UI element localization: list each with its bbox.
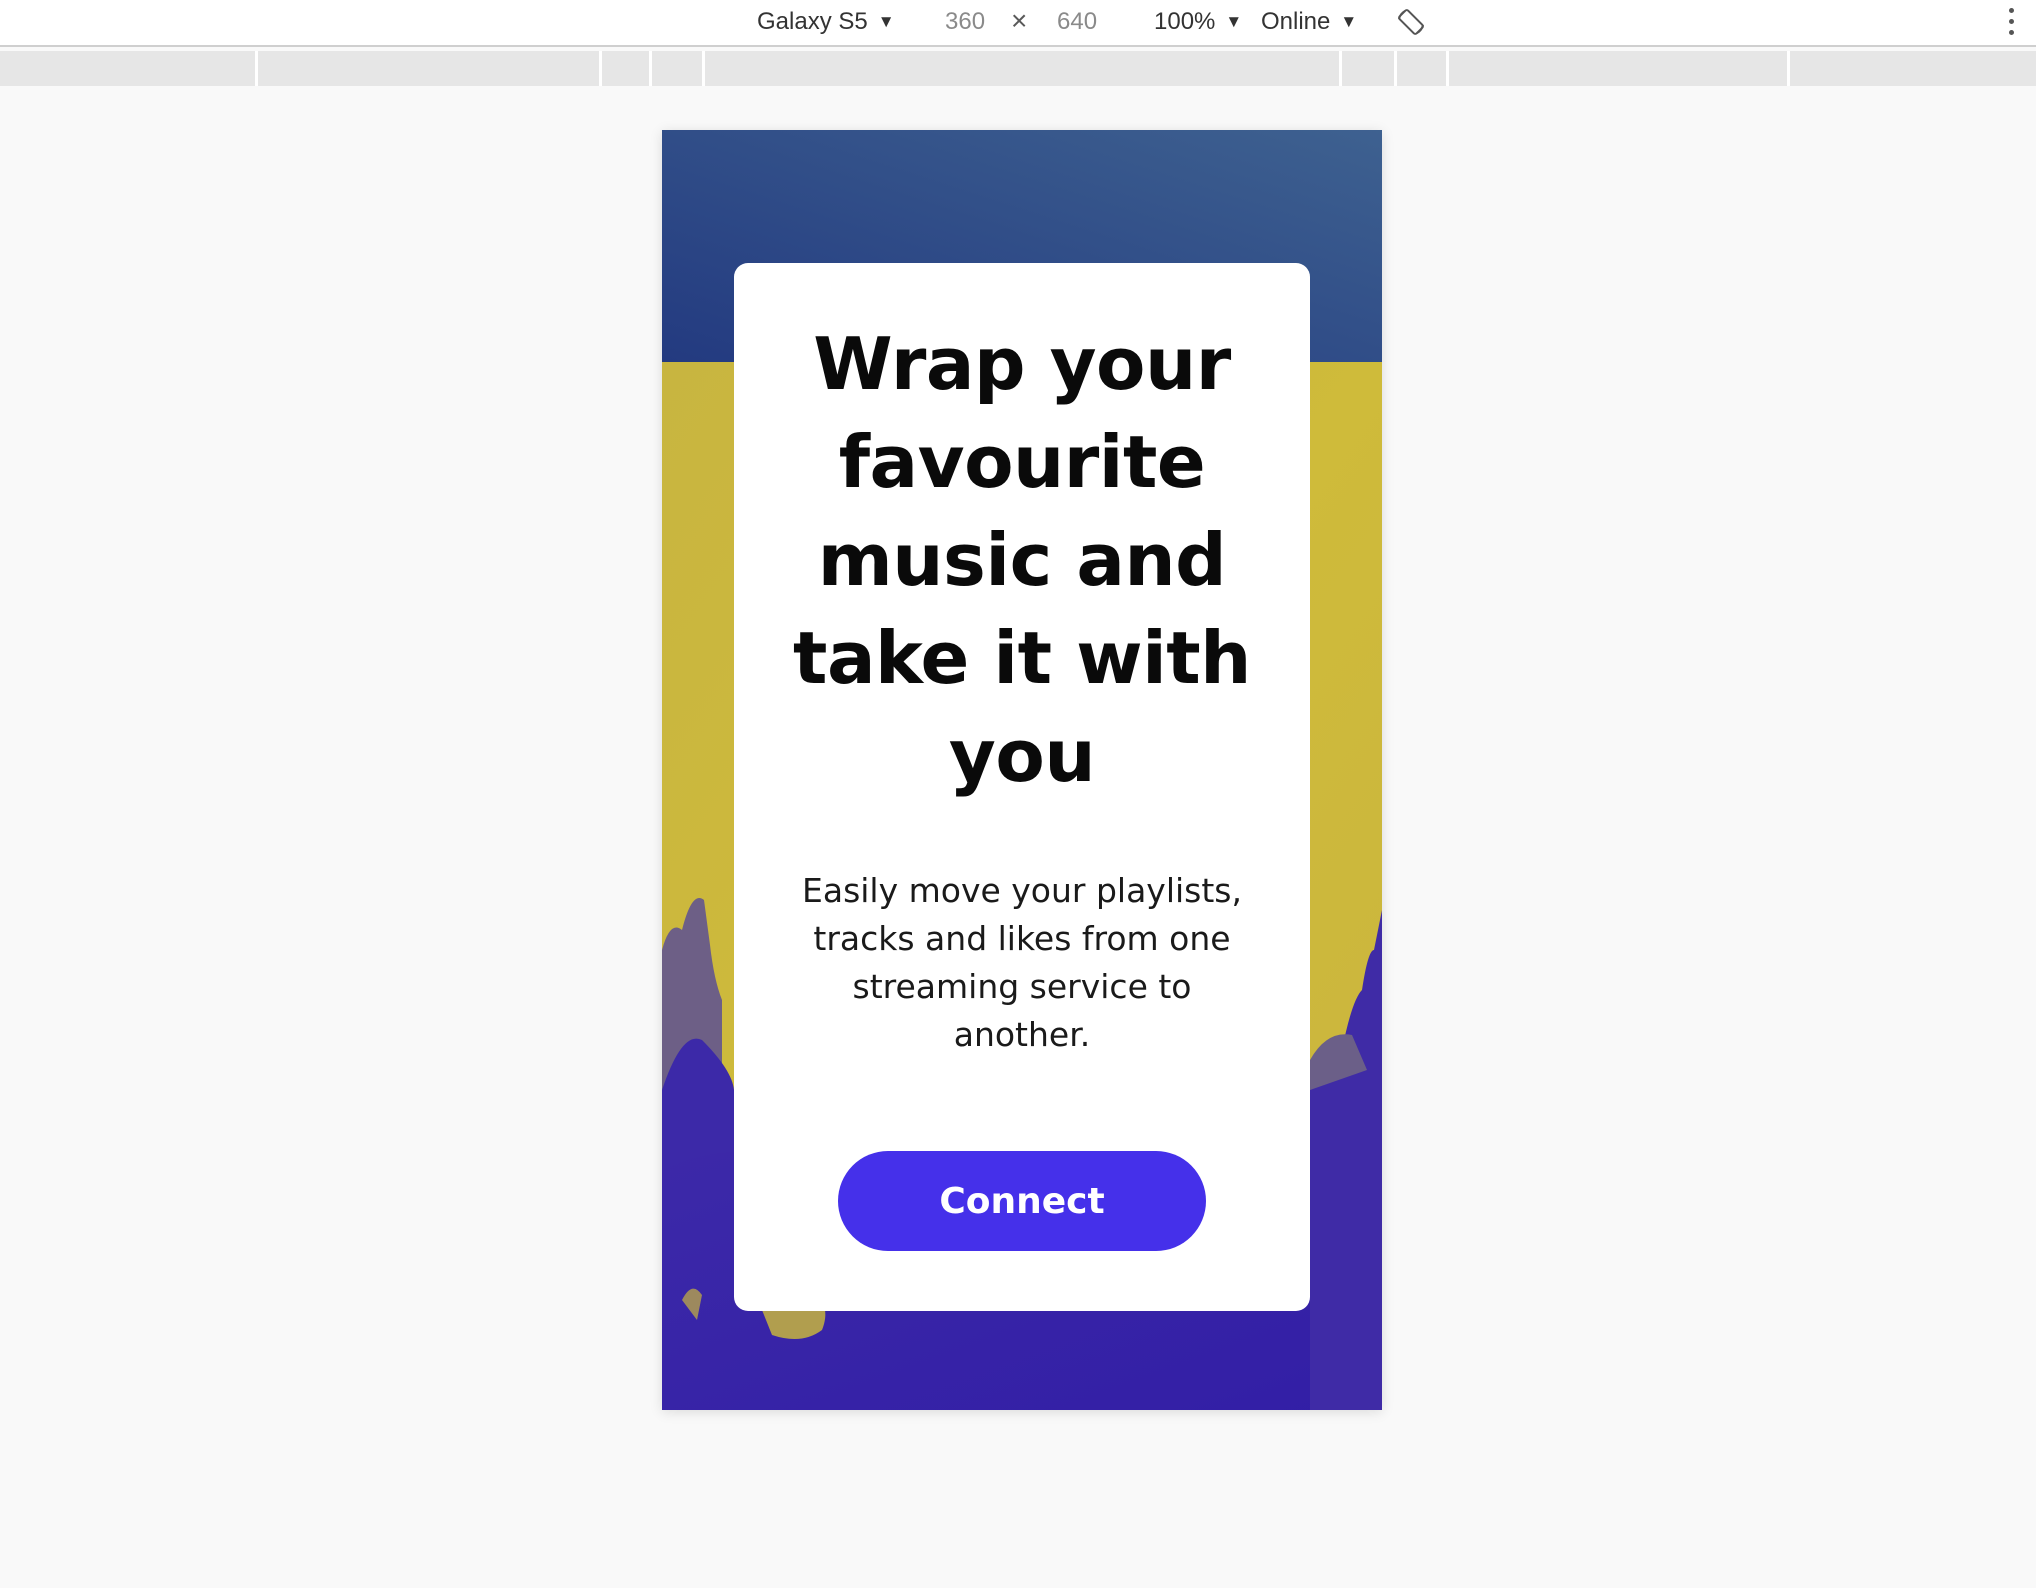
devtools-device-toolbar: Galaxy S5 ▼ 360 × 640 100% ▼ Online ▼ (0, 0, 2036, 47)
more-vert-icon[interactable] (2007, 8, 2015, 38)
caret-down-icon: ▼ (1225, 12, 1243, 31)
mq-divider (1339, 51, 1342, 86)
caret-down-icon: ▼ (877, 12, 895, 31)
media-query-bar[interactable] (0, 51, 2036, 86)
hero-card: Wrap your favourite music and take it wi… (734, 263, 1310, 1311)
mq-divider (1446, 51, 1449, 86)
mq-divider (1394, 51, 1397, 86)
mq-divider (599, 51, 602, 86)
caret-down-icon: ▼ (1340, 12, 1358, 31)
rotate-icon[interactable] (1396, 7, 1426, 37)
mq-divider (702, 51, 705, 86)
device-viewport: Wrap your favourite music and take it wi… (662, 130, 1382, 1410)
width-input[interactable]: 360 (945, 6, 985, 38)
network-value: Online (1261, 8, 1331, 35)
connect-button[interactable]: Connect (838, 1151, 1206, 1251)
mq-divider (1787, 51, 1790, 86)
device-select[interactable]: Galaxy S5 ▼ (757, 6, 895, 38)
page-title: Wrap your favourite music and take it wi… (793, 322, 1251, 798)
network-throttle-select[interactable]: Online ▼ (1261, 6, 1357, 38)
height-input[interactable]: 640 (1057, 6, 1097, 38)
zoom-value: 100% (1154, 8, 1216, 35)
mq-divider (649, 51, 652, 86)
device-name: Galaxy S5 (757, 8, 868, 35)
times-icon: × (1011, 5, 1028, 36)
zoom-select[interactable]: 100% ▼ (1154, 6, 1242, 38)
mq-divider (255, 51, 258, 86)
page-description: Easily move your playlists, tracks and l… (802, 871, 1242, 1054)
